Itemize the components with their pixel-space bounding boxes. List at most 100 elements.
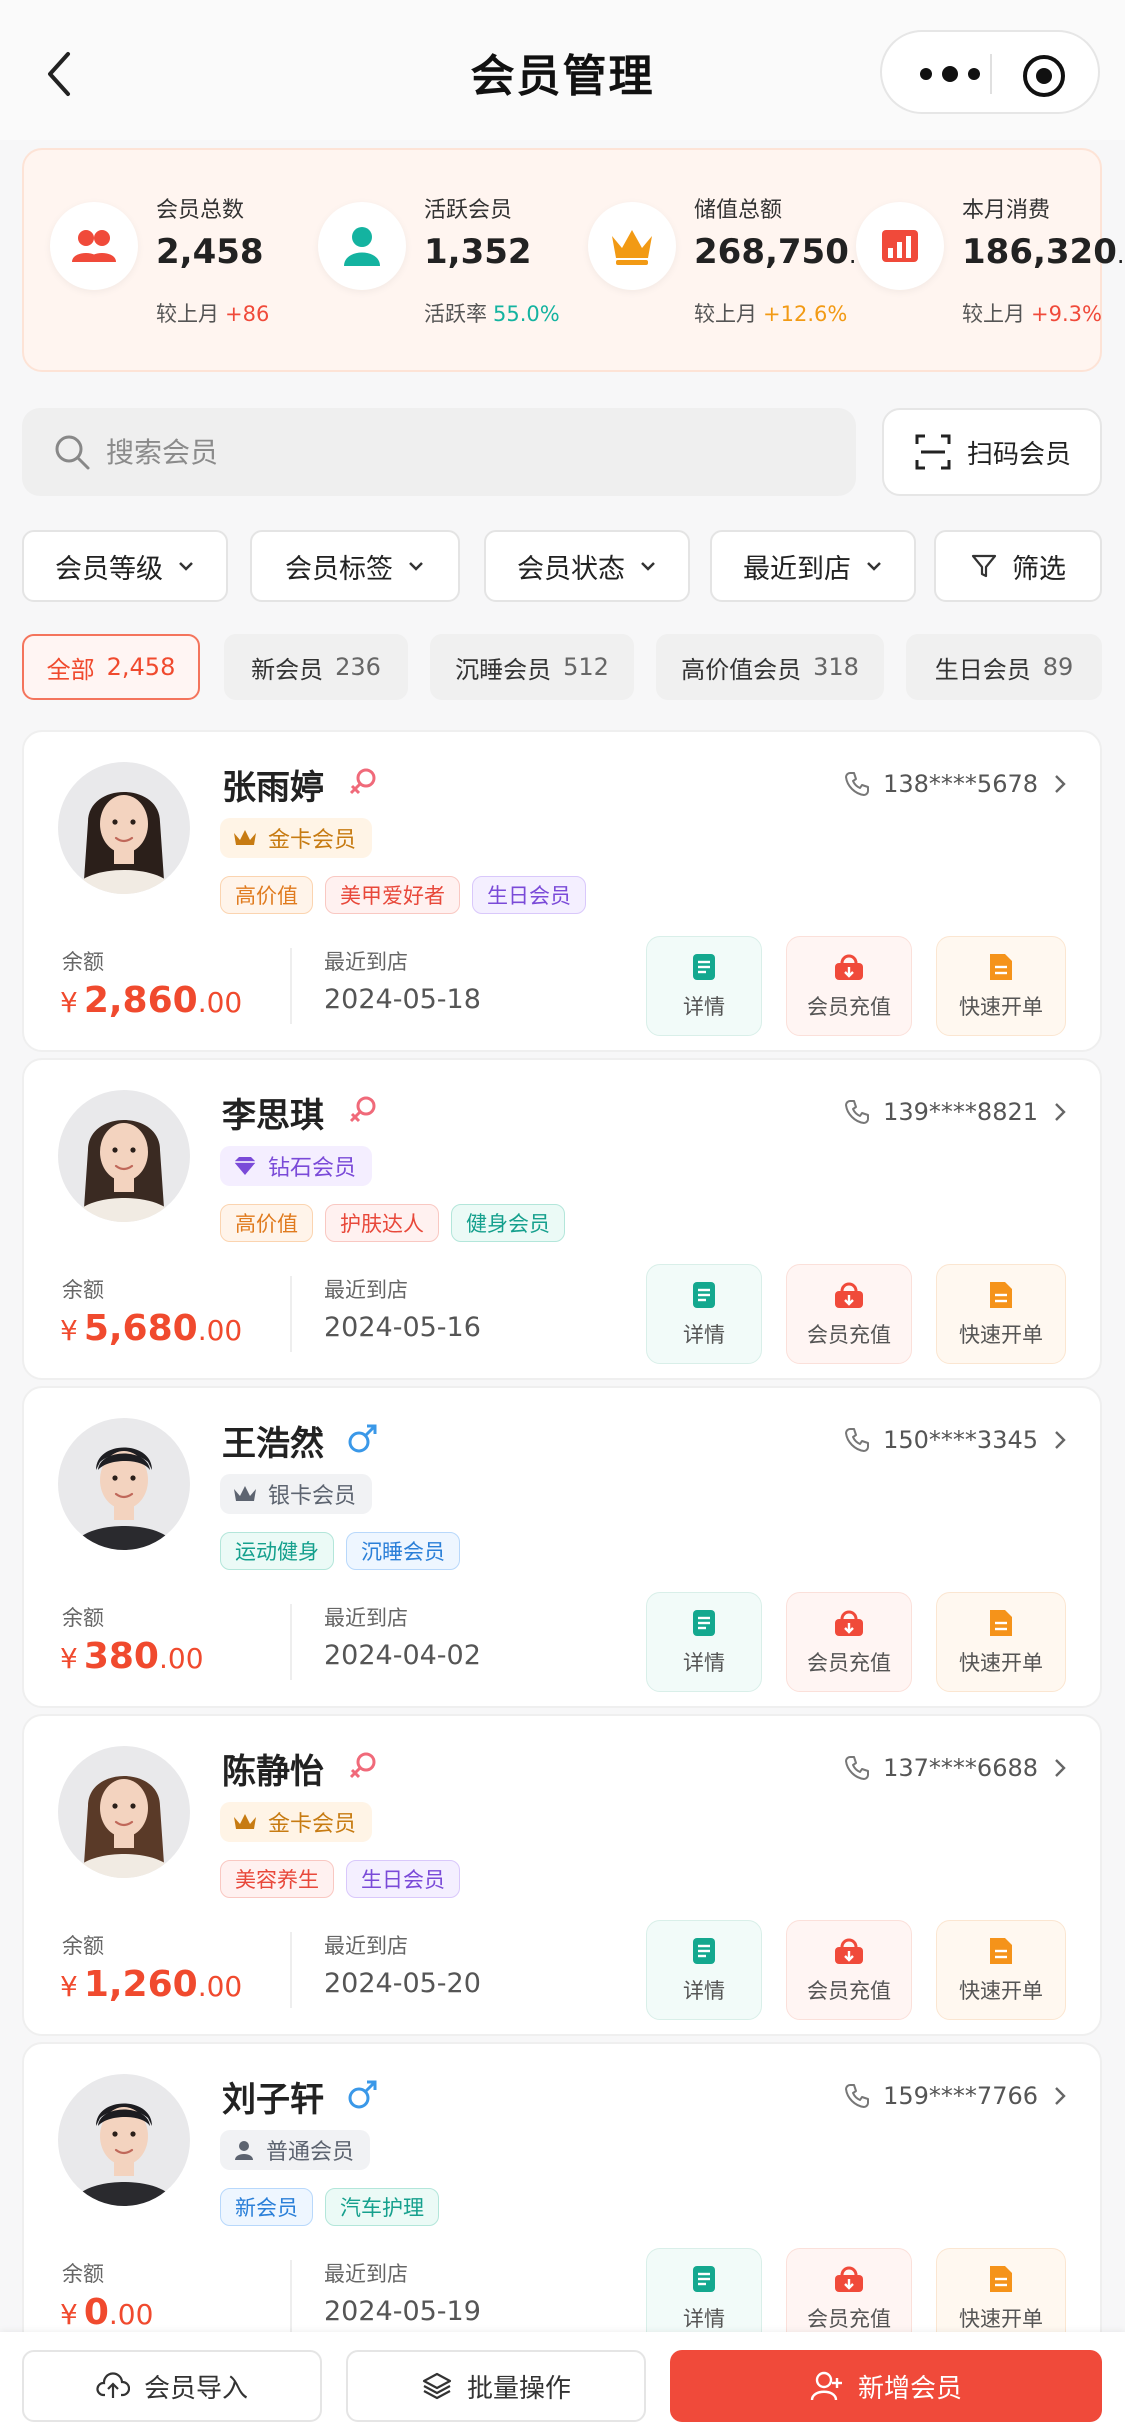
order-icon	[990, 1610, 1012, 1636]
member-tag: 沉睡会员	[346, 1532, 460, 1570]
balance-value: ¥2,860.00	[60, 980, 243, 1021]
member-tags: 高价值 美甲爱好者 生日会员	[220, 876, 586, 914]
close-target-icon[interactable]	[1020, 52, 1068, 100]
wallet-recharge-icon	[835, 1938, 863, 1964]
order-icon	[990, 1938, 1012, 1964]
quick-order-button[interactable]: 快速开单	[936, 1592, 1066, 1692]
member-card[interactable]: 王浩然 银卡会员 运动健身 沉睡会员 150****3345 余额 ¥380.00…	[22, 1386, 1102, 1708]
chip-high-value-members[interactable]: 高价值会员 318	[656, 634, 884, 700]
member-tag: 汽车护理	[325, 2188, 439, 2226]
cloud-upload-icon	[96, 2372, 130, 2398]
balance-label: 余额	[62, 950, 104, 974]
quick-order-button[interactable]: 快速开单	[936, 936, 1066, 1036]
male-icon	[348, 2080, 377, 2109]
member-tag: 新会员	[220, 2188, 313, 2226]
recharge-button[interactable]: 会员充值	[786, 936, 912, 1036]
more-icon[interactable]	[912, 52, 992, 96]
stat-total-members[interactable]: 会员总数 2,458 较上月 +86	[24, 192, 294, 342]
scan-icon	[915, 434, 951, 470]
avatar	[58, 762, 190, 894]
stat-stored-value[interactable]: 储值总额 268,750.00 较上月+12.6%	[562, 192, 887, 342]
female-icon	[349, 1096, 376, 1123]
chip-all[interactable]: 全部 2,458	[22, 634, 200, 700]
member-phone[interactable]: 139****8821	[843, 1098, 1070, 1126]
quick-order-button[interactable]: 快速开单	[936, 1920, 1066, 2020]
filter-label: 筛选	[1012, 553, 1066, 585]
chip-birthday-members[interactable]: 生日会员 89	[906, 634, 1102, 700]
filter-label: 最近到店	[743, 553, 851, 585]
stat-label: 活跃会员	[424, 198, 513, 223]
wallet-recharge-icon	[835, 1282, 863, 1308]
phone-icon	[845, 772, 870, 796]
recharge-button[interactable]: 会员充值	[786, 1592, 912, 1692]
member-tag: 运动健身	[220, 1532, 334, 1570]
member-phone[interactable]: 137****6688	[843, 1754, 1070, 1782]
balance-label: 余额	[62, 2262, 104, 2286]
balance-value: ¥0.00	[60, 2292, 154, 2333]
member-card[interactable]: 张雨婷 金卡会员 高价值 美甲爱好者 生日会员 138****5678 余额 ¥2,…	[22, 730, 1102, 1052]
add-user-icon	[810, 2371, 842, 2401]
member-tag: 美甲爱好者	[325, 876, 460, 914]
member-card[interactable]: 李思琪 钻石会员 高价值 护肤达人 健身会员 139****8821 余额 ¥5,6…	[22, 1058, 1102, 1380]
capsule-divider	[990, 54, 992, 94]
recharge-button[interactable]: 会员充值	[786, 1264, 912, 1364]
recharge-button[interactable]: 会员充值	[786, 1920, 912, 2020]
filter-member-status[interactable]: 会员状态	[484, 530, 690, 602]
filter-member-tag[interactable]: 会员标签	[250, 530, 460, 602]
balance-label: 余额	[62, 1606, 104, 1630]
recent-visit-date: 2024-05-20	[324, 1968, 481, 1999]
batch-operation-button[interactable]: 批量操作	[346, 2350, 646, 2422]
member-name: 张雨婷	[222, 768, 324, 808]
chip-dormant-members[interactable]: 沉睡会员 512	[430, 634, 634, 700]
detail-button[interactable]: 详情	[646, 936, 762, 1036]
member-tag: 生日会员	[346, 1860, 460, 1898]
recent-visit-date: 2024-04-02	[324, 1640, 481, 1671]
recent-visit-label: 最近到店	[324, 1934, 408, 1958]
member-card[interactable]: 陈静怡 金卡会员 美容养生 生日会员 137****6688 余额 ¥1,260.…	[22, 1714, 1102, 2036]
recent-visit-date: 2024-05-19	[324, 2296, 481, 2327]
member-tag: 高价值	[220, 876, 313, 914]
add-member-button[interactable]: 新增会员	[670, 2350, 1102, 2422]
member-phone[interactable]: 159****7766	[843, 2082, 1070, 2110]
filter-recent-visit[interactable]: 最近到店	[710, 530, 916, 602]
divider	[290, 1932, 292, 2008]
detail-button[interactable]: 详情	[646, 1592, 762, 1692]
import-label: 会员导入	[143, 2373, 248, 2404]
filter-label: 会员标签	[285, 553, 393, 585]
funnel-icon	[971, 554, 997, 578]
filter-member-level[interactable]: 会员等级	[22, 530, 228, 602]
nav-bar: 会员管理	[0, 0, 1125, 140]
order-icon	[990, 1282, 1012, 1308]
chevron-right-icon	[1055, 2087, 1066, 2105]
chevron-down-icon	[179, 562, 193, 571]
chevron-right-icon	[1055, 1759, 1066, 1777]
scan-member-button[interactable]: 扫码会员	[882, 408, 1102, 496]
quick-order-button[interactable]: 快速开单	[936, 1264, 1066, 1364]
member-tag: 美容养生	[220, 1860, 334, 1898]
add-member-label: 新增会员	[857, 2373, 962, 2404]
filter-button[interactable]: 筛选	[934, 530, 1102, 602]
member-tags: 高价值 护肤达人 健身会员	[220, 1204, 565, 1242]
member-phone[interactable]: 138****5678	[843, 770, 1070, 798]
member-name: 陈静怡	[222, 1752, 324, 1792]
stat-monthly-spend[interactable]: 本月消费 186,320.00 较上月+9.3%	[830, 192, 1125, 342]
bottom-action-bar: 会员导入 批量操作 新增会员	[0, 2332, 1125, 2436]
chip-new-members[interactable]: 新会员 236	[224, 634, 408, 700]
stat-active-members[interactable]: 活跃会员 1,352 活跃率 55.0%	[292, 192, 562, 342]
member-phone[interactable]: 150****3345	[843, 1426, 1070, 1454]
stats-panel: 会员总数 2,458 较上月 +86 活跃会员 1,352 活跃率 55.0% 储值…	[22, 148, 1125, 372]
phone-icon	[845, 1100, 870, 1124]
wallet-recharge-icon	[835, 2266, 863, 2292]
recent-visit-date: 2024-05-16	[324, 1312, 481, 1343]
detail-button[interactable]: 详情	[646, 1920, 762, 2020]
detail-button[interactable]: 详情	[646, 1264, 762, 1364]
recent-visit-label: 最近到店	[324, 1278, 408, 1302]
member-card[interactable]: 刘子轩 普通会员 新会员 汽车护理 159****7766 余额 ¥0.00 最近…	[22, 2042, 1102, 2364]
filter-label: 会员状态	[517, 553, 625, 585]
import-members-button[interactable]: 会员导入	[22, 2350, 322, 2422]
member-name: 刘子轩	[222, 2080, 324, 2120]
layers-icon	[422, 2372, 452, 2400]
search-input[interactable]	[106, 422, 806, 482]
document-icon	[693, 1610, 715, 1636]
recent-visit-label: 最近到店	[324, 1606, 408, 1630]
